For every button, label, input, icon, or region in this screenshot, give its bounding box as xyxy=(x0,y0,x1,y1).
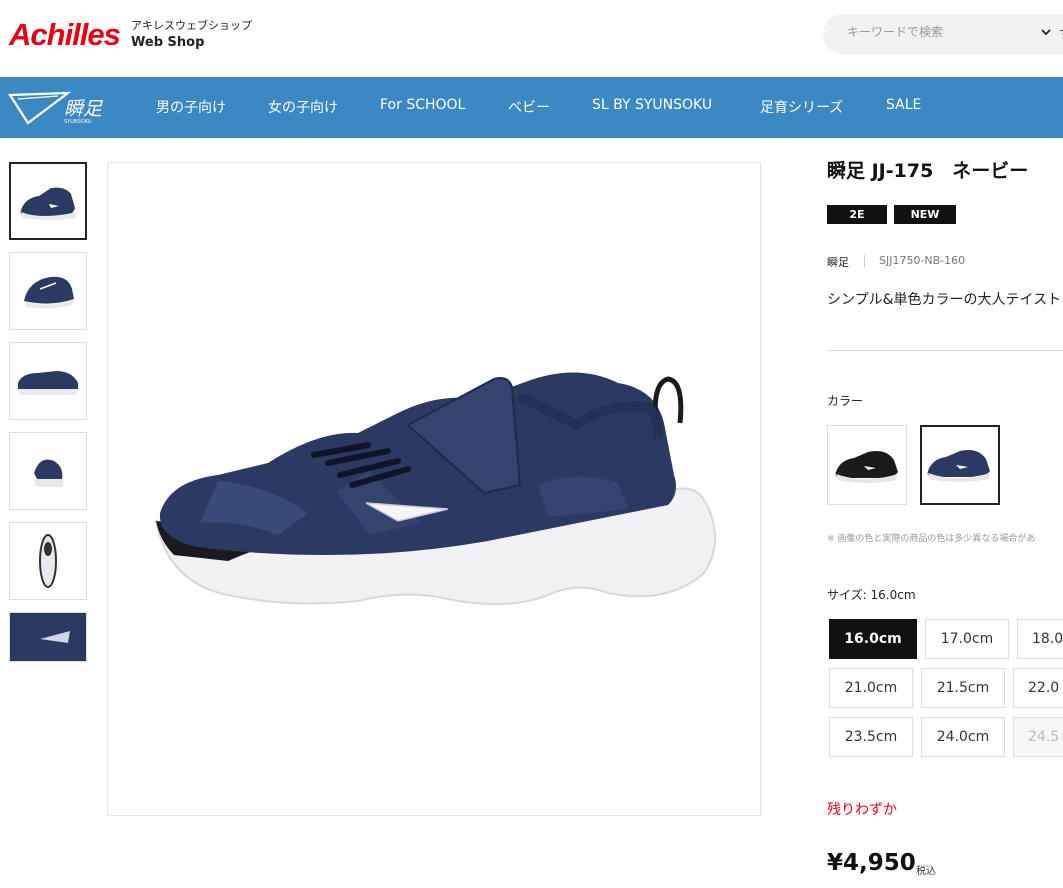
search-button-label[interactable]: す xyxy=(1059,25,1063,42)
thumbnail-1[interactable] xyxy=(9,162,87,240)
nav-item-boys[interactable]: 男の子向け xyxy=(156,97,226,117)
product-description: シンプル&単色カラーの大人テイスト xyxy=(827,292,1062,308)
shoe-front-thumbnail xyxy=(24,276,74,309)
nav-item-foot-series[interactable]: 足育シリーズ xyxy=(760,97,843,117)
brand-name[interactable]: 瞬足 xyxy=(827,254,849,270)
nav-item-girls[interactable]: 女の子向け xyxy=(268,97,338,117)
size-option[interactable]: 21.0cm xyxy=(829,668,913,708)
size-option[interactable]: 22.0 xyxy=(1013,668,1063,708)
main-nav: 瞬足 SYUNSOKU 男の子向け 女の子向け For SCHOOL ベビー S… xyxy=(0,77,1063,138)
color-note: ※ 画像の色と実際の商品の色は多少異なる場合があ xyxy=(827,534,1036,544)
black-shoe-swatch xyxy=(835,451,898,483)
size-option-unavailable[interactable]: 24.5 xyxy=(1013,717,1063,757)
nav-item-baby[interactable]: ベビー xyxy=(508,97,550,117)
shop-subtitle: アキレスウェブショップ xyxy=(131,19,252,32)
svg-text:瞬足: 瞬足 xyxy=(64,98,103,120)
section-divider xyxy=(827,350,1063,351)
chevron-down-icon[interactable] xyxy=(1039,25,1053,39)
shoe-side-thumbnail xyxy=(20,187,77,220)
color-label: カラー xyxy=(827,394,864,408)
shoe-sole-thumbnail xyxy=(39,534,57,588)
stock-status: 残りわずか xyxy=(827,802,897,818)
site-header: Achilles アキレスウェブショップ Web Shop す xyxy=(0,0,1063,77)
size-label: サイズ: 16.0cm xyxy=(827,588,916,602)
svg-text:SYUNSOKU: SYUNSOKU xyxy=(64,119,92,125)
size-option[interactable]: 18.0 xyxy=(1017,619,1063,659)
product-price: ¥4,950 xyxy=(827,850,916,876)
thumbnail-5[interactable] xyxy=(9,522,87,600)
nav-item-school[interactable]: For SCHOOL xyxy=(380,97,465,113)
size-option[interactable]: 21.5cm xyxy=(921,668,1005,708)
product-title: 瞬足 JJ-175 ネービー xyxy=(827,160,1029,182)
search-box: す xyxy=(823,14,1063,54)
thumbnail-3[interactable] xyxy=(9,342,87,420)
nav-item-sl[interactable]: SL BY SYUNSOKU xyxy=(592,97,712,113)
new-badge: NEW xyxy=(894,205,956,224)
thumbnail-6[interactable] xyxy=(9,612,87,662)
width-badge: 2E xyxy=(827,205,887,224)
shoe-image xyxy=(154,372,717,606)
shoe-back-thumbnail xyxy=(34,459,64,487)
shoe-detail-thumbnail xyxy=(10,613,86,661)
search-input[interactable] xyxy=(845,24,1029,40)
thumbnail-2[interactable] xyxy=(9,252,87,330)
navy-shoe-swatch xyxy=(927,450,990,482)
shoe-inner-thumbnail xyxy=(18,371,78,395)
product-sku: SJJ1750-NB-160 xyxy=(879,254,966,267)
tax-label: 税込 xyxy=(916,866,936,877)
achilles-logo[interactable]: Achilles xyxy=(9,17,121,53)
size-option[interactable]: 16.0cm xyxy=(829,619,917,659)
divider xyxy=(864,255,865,267)
main-product-image[interactable] xyxy=(107,162,761,816)
size-option[interactable]: 24.0cm xyxy=(921,717,1005,757)
size-option[interactable]: 23.5cm xyxy=(829,717,913,757)
shop-title: Web Shop xyxy=(131,35,205,50)
color-swatch-navy[interactable] xyxy=(920,425,1000,505)
thumbnail-4[interactable] xyxy=(9,432,87,510)
color-swatch-black[interactable] xyxy=(827,425,907,505)
syunsoku-logo[interactable]: 瞬足 SYUNSOKU xyxy=(8,89,108,125)
size-option[interactable]: 17.0cm xyxy=(925,619,1009,659)
nav-item-sale[interactable]: SALE xyxy=(886,97,921,113)
